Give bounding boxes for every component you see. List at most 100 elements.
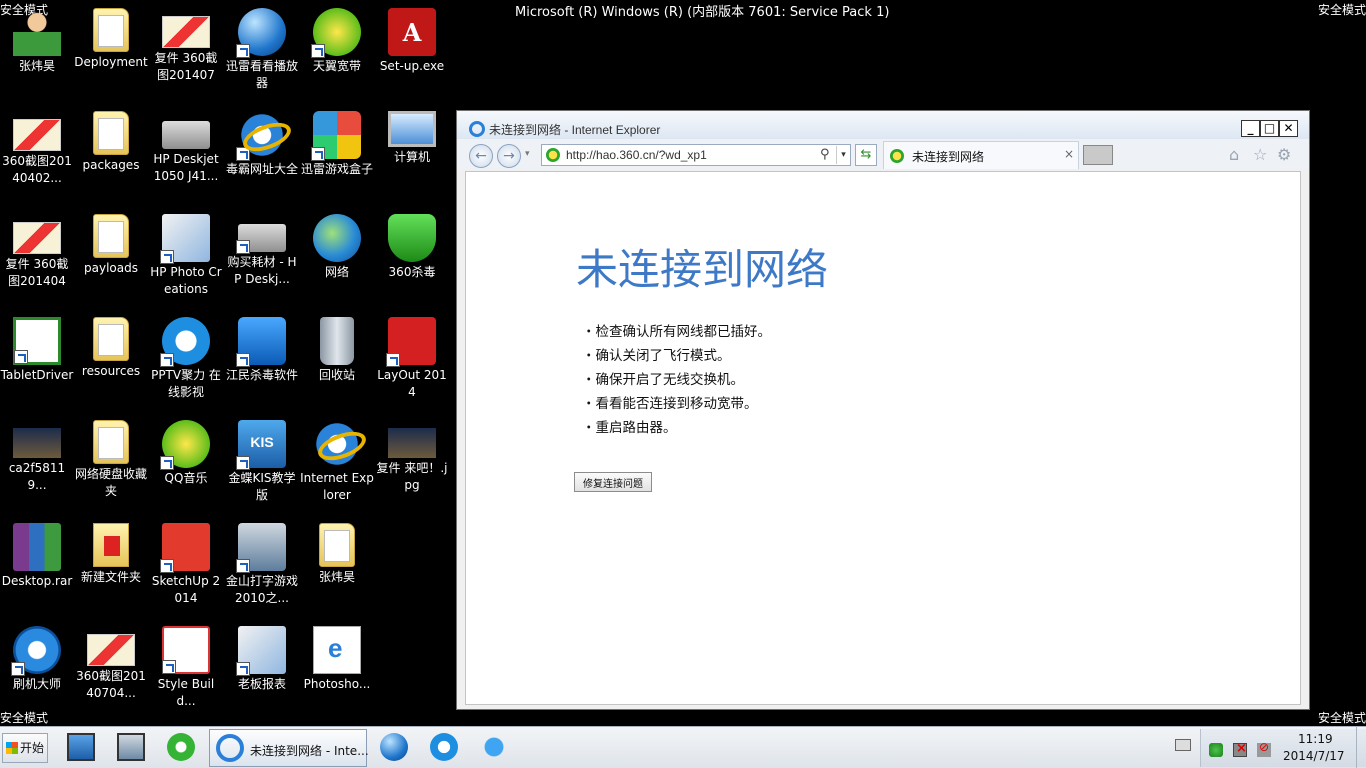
fix-connection-button[interactable]: 修复连接问题 [574, 472, 652, 492]
desktop-icon[interactable]: 张炜昊 [300, 517, 374, 617]
clock-time[interactable]: 11:19 [1298, 732, 1333, 746]
ie-icon [313, 420, 361, 468]
desktop-icon[interactable]: ca2f58119... [0, 414, 74, 514]
taskbar-bird-app[interactable] [474, 730, 514, 766]
desktop-icon-label: resources [81, 364, 141, 378]
gear-icon[interactable]: ⚙ [1277, 145, 1291, 164]
site-favicon-icon [546, 148, 560, 162]
computer-icon [388, 111, 436, 147]
address-url[interactable]: http://hao.360.cn/?wd_xp1 [566, 148, 707, 162]
desktop-icon[interactable]: Internet Explorer [300, 414, 374, 514]
desktop-icon-label: ca2f58119... [8, 461, 66, 492]
refresh-button[interactable]: ⇆ [855, 144, 877, 166]
clock-date[interactable]: 2014/7/17 [1283, 749, 1345, 763]
desktop-icon[interactable]: 张炜昊 [0, 2, 74, 102]
desktop-icon-label: LayOut 2014 [377, 368, 447, 399]
desktop-icon[interactable]: HP Photo Creations [149, 208, 223, 308]
address-dropdown-button[interactable]: ▾ [836, 146, 850, 164]
desktop-icon[interactable]: Deployment [74, 2, 148, 102]
desktop-icon[interactable]: 复件 360截图2014040... [0, 208, 74, 308]
pptv-icon [160, 317, 210, 367]
desktop-icon[interactable]: 迅雷游戏盒子 [300, 105, 374, 205]
desktop-icon[interactable]: 天翼宽带 [300, 2, 374, 102]
network-disconnected-icon[interactable] [1233, 741, 1247, 757]
taskbar-pptv-app[interactable] [424, 730, 464, 766]
maximize-button[interactable]: □ [1260, 120, 1279, 137]
search-icon[interactable]: ⚲ [820, 147, 830, 162]
desktop-icon[interactable]: 新建文件夹 [74, 517, 148, 617]
desktop-icon-label: packages [82, 158, 140, 172]
desktop-icon[interactable]: 金山打字游戏2010之... [225, 517, 299, 617]
folder-icon [319, 523, 355, 567]
taskbar-ie-window[interactable]: 未连接到网络 - Inte... [209, 729, 369, 767]
desktop-icon[interactable]: 复件 360截图2014070... [149, 2, 223, 102]
pptv-icon [430, 733, 458, 761]
sound-muted-icon[interactable] [1257, 740, 1271, 757]
desktop-icon[interactable]: packages [74, 105, 148, 205]
tab-close-button[interactable]: × [1064, 147, 1074, 161]
desktop-icon[interactable]: 360截图20140402... [0, 105, 74, 205]
back-button[interactable]: ← [469, 144, 493, 168]
start-button[interactable]: 开始 [2, 733, 48, 763]
desktop-icon[interactable]: 毒霸网址大全 [225, 105, 299, 205]
desktop-icon[interactable]: 网络 [300, 208, 374, 308]
desktop-icon[interactable]: 计算机 [375, 105, 449, 205]
desktop-icon[interactable]: 360截图20140704... [74, 620, 148, 720]
desktop-icon[interactable]: Set-up.exe [375, 2, 449, 102]
taskbar-explorer-app[interactable] [111, 730, 151, 766]
desktop-icon[interactable]: PPTV聚力 在线影视 [149, 311, 223, 411]
tab-current[interactable]: 未连接到网络 × [883, 141, 1079, 169]
desktop-icon[interactable]: 刷机大师 [0, 620, 74, 720]
taskbar-360-browser-app[interactable] [161, 730, 201, 766]
new-tab-button[interactable] [1083, 145, 1113, 165]
desktop-icon[interactable]: 复件 来吧！.jpg [375, 414, 449, 514]
taskbar-xunlei-player-app[interactable] [374, 730, 414, 766]
keyboard-icon[interactable] [1175, 739, 1191, 751]
action-center-icon[interactable] [1209, 743, 1223, 757]
desktop-icon[interactable]: 网络硬盘收藏夹 [74, 414, 148, 514]
desktop-icon[interactable]: 金蝶KIS教学版 [225, 414, 299, 514]
address-bar[interactable]: http://hao.360.cn/?wd_xp1 ⚲ ▾ [541, 144, 851, 166]
desktop-icon[interactable]: 360杀毒 [375, 208, 449, 308]
ie-icon [236, 111, 286, 161]
desktop-icon[interactable]: 老板报表 [225, 620, 299, 720]
taskbar-show-desktop-app[interactable] [61, 730, 101, 766]
ie-titlebar[interactable]: 未连接到网络 - Internet Explorer _ □ ✕ [457, 111, 1309, 139]
jiangmin-icon [236, 317, 286, 367]
favorites-star-icon[interactable]: ☆ [1253, 145, 1267, 164]
desktop-icon-label: 回收站 [318, 368, 355, 382]
desktop-icon-label: 360截图20140402... [2, 154, 72, 185]
desktop-icon-label: 老板报表 [237, 677, 286, 691]
recent-pages-dropdown[interactable]: ▾ [525, 149, 530, 159]
show-desktop-button[interactable] [1356, 727, 1366, 768]
desktop-icon-label: 网络硬盘收藏夹 [74, 467, 147, 498]
desktop-icon-label: 360杀毒 [388, 265, 436, 279]
troubleshoot-checklist: 检查确认所有网线都已插好。 确认关闭了飞行模式。 确保开启了无线交换机。 看看能… [596, 320, 772, 440]
forward-button[interactable]: → [497, 144, 521, 168]
ie-icon [469, 121, 485, 137]
desktop-icon[interactable]: 购买耗材 - HP Deskj... [225, 208, 299, 308]
desktop-icon[interactable]: 江民杀毒软件 [225, 311, 299, 411]
desktop-icon[interactable]: TabletDriver [0, 311, 74, 411]
ie-document-icon [313, 626, 361, 674]
folder-icon [93, 8, 129, 52]
game-box-icon [311, 111, 361, 161]
minimize-button[interactable]: _ [1241, 120, 1260, 137]
desktop-icon[interactable]: 迅雷看看播放器 [225, 2, 299, 102]
taskbar-ie-label: 未连接到网络 - Inte... [250, 744, 369, 758]
desktop-icon[interactable]: Desktop.rar [0, 517, 74, 617]
desktop-icon[interactable]: payloads [74, 208, 148, 308]
desktop-icon[interactable]: Style Build... [149, 620, 223, 720]
home-icon[interactable]: ⌂ [1229, 145, 1239, 164]
desktop-icon[interactable]: 回收站 [300, 311, 374, 411]
page-title: 未连接到网络 [576, 245, 829, 294]
desktop-icon[interactable]: QQ音乐 [149, 414, 223, 514]
desktop-icon[interactable]: HP Deskjet 1050 J41... [149, 105, 223, 205]
desktop-icon[interactable]: LayOut 2014 [375, 311, 449, 411]
rar-archive-icon [13, 523, 61, 571]
close-button[interactable]: ✕ [1279, 120, 1298, 137]
desktop-icon[interactable]: SketchUp 2014 [149, 517, 223, 617]
photo-icon [160, 214, 210, 264]
desktop-icon[interactable]: Photosho... [300, 620, 374, 720]
desktop-icon[interactable]: resources [74, 311, 148, 411]
